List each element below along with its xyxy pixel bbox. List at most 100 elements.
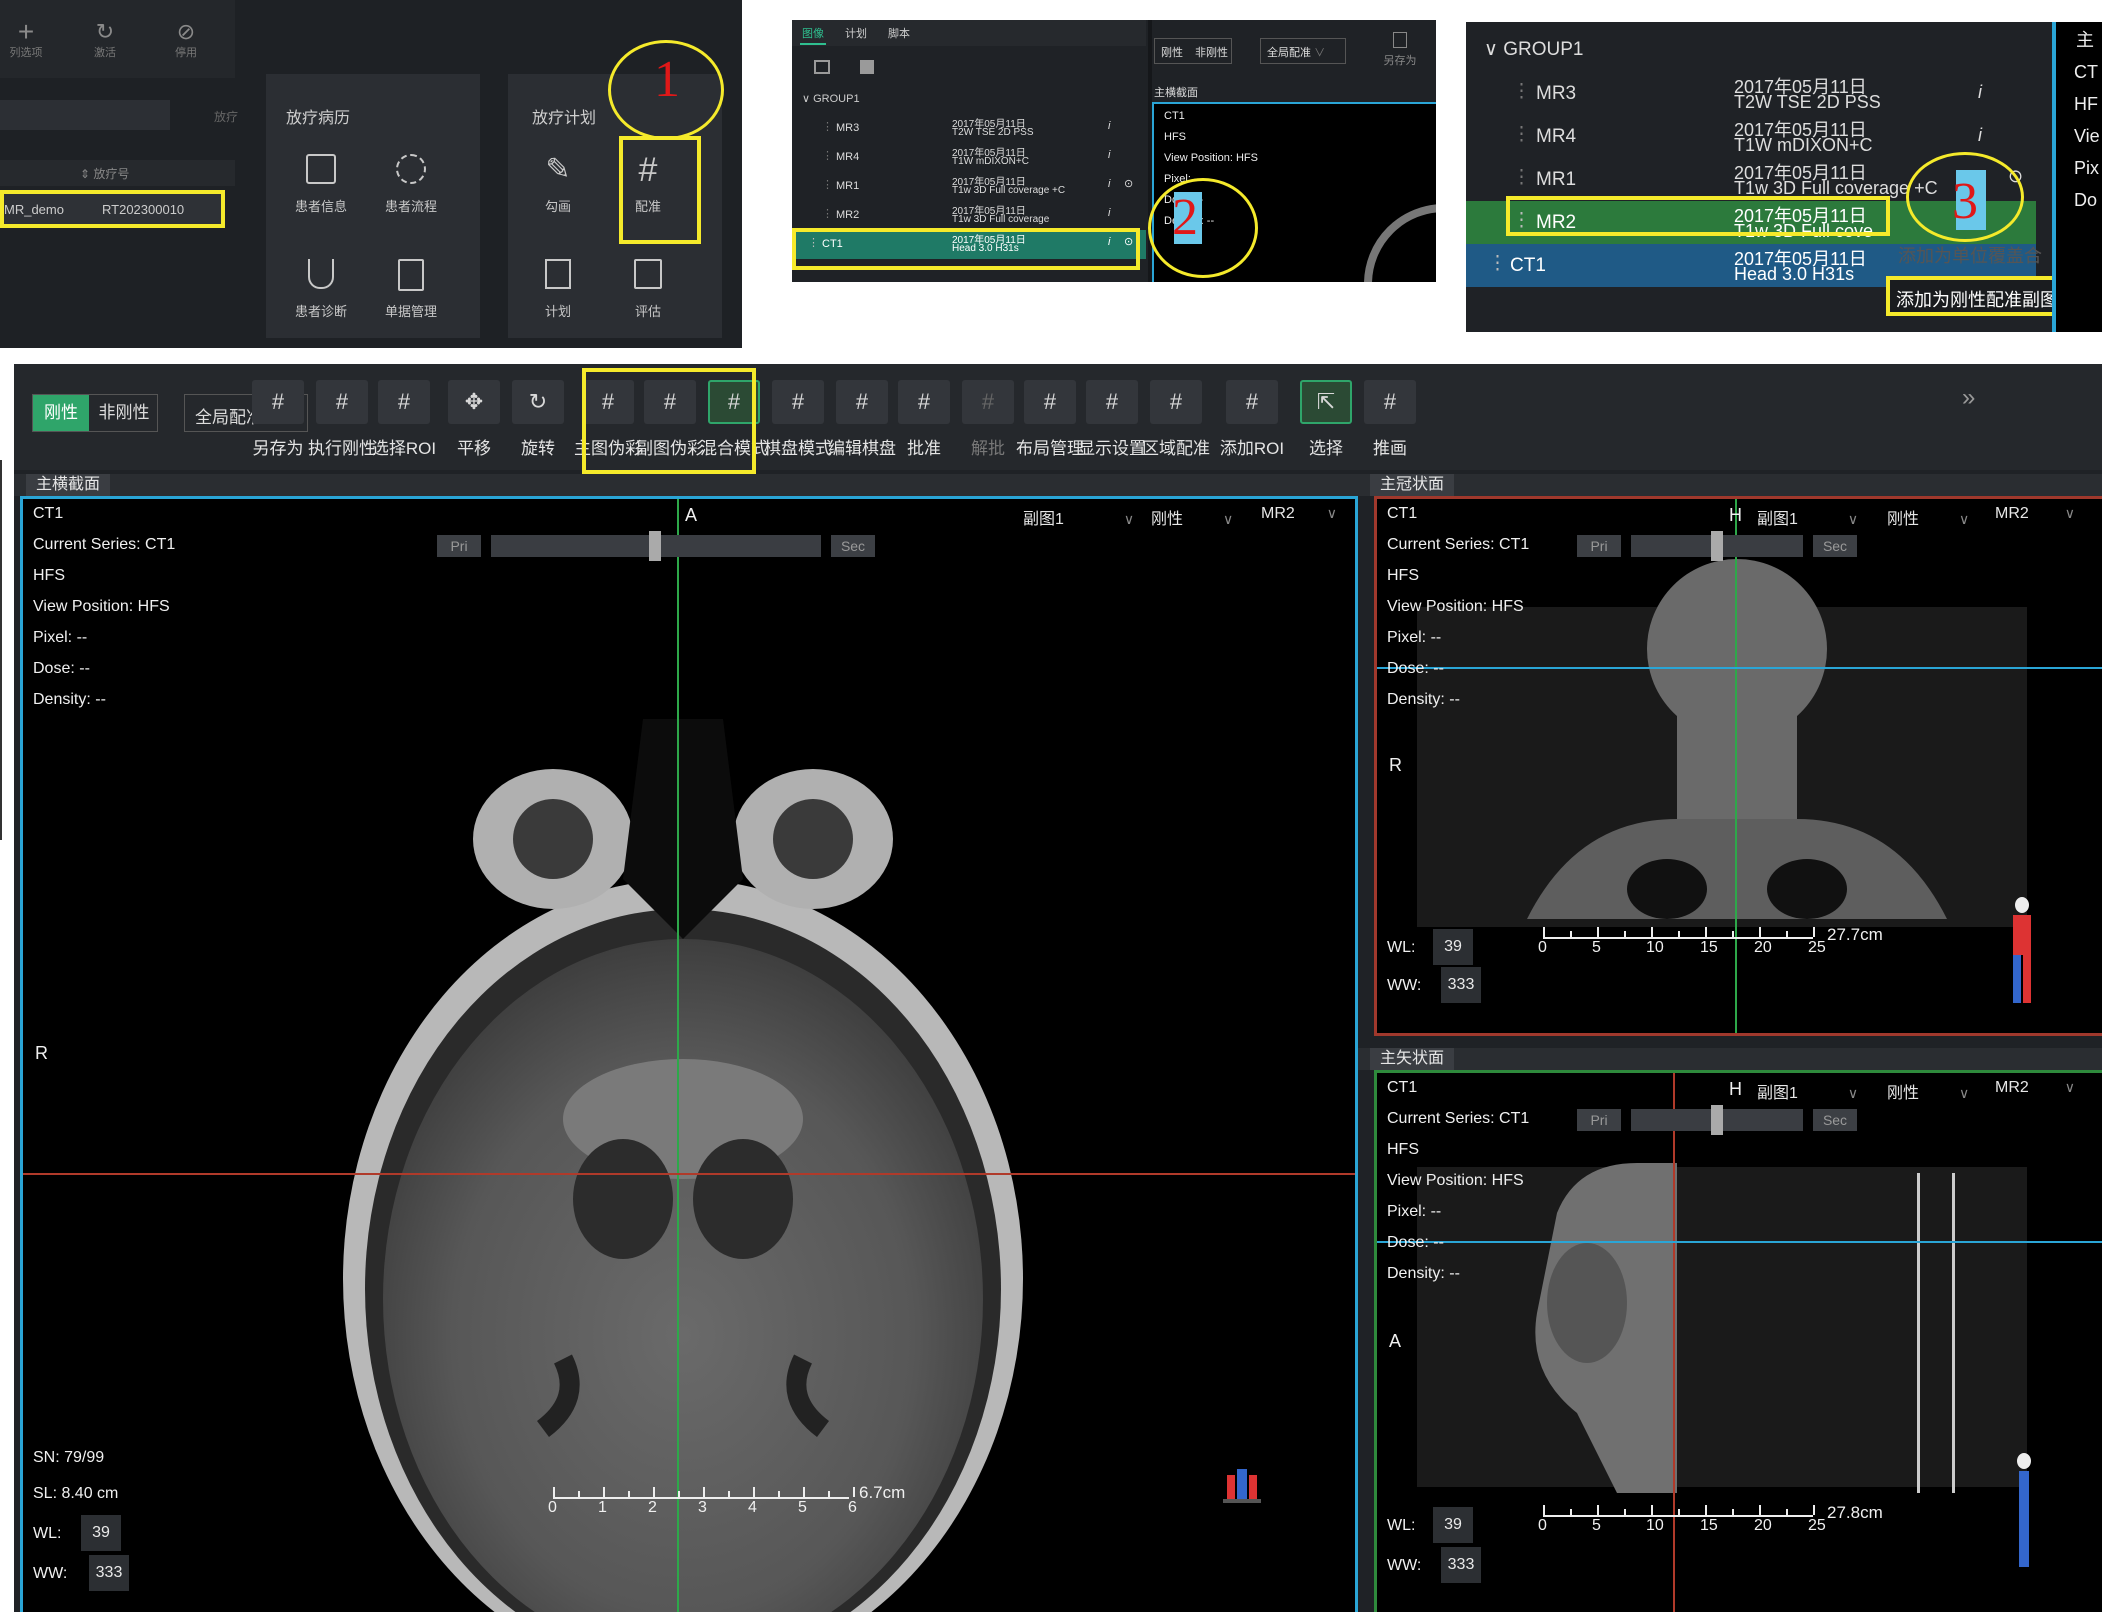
crosshair-horizontal[interactable] [1377, 667, 2102, 669]
info-icon[interactable]: i [1108, 120, 1110, 132]
body-figure-icon [2009, 897, 2035, 1007]
drag-handle-icon[interactable]: ⋮ [1512, 80, 1531, 103]
info-icon[interactable]: i [1108, 178, 1110, 190]
push-draw-icon: # [1364, 380, 1416, 424]
unapprove-icon: # [962, 380, 1014, 424]
reg-type-toggle[interactable]: 刚性 非刚性 [1154, 38, 1232, 64]
series-row-mr1[interactable]: ⋮ MR1 2017年05月11日 T1w 3D Full coverage +… [792, 172, 1146, 201]
coronal-viewport[interactable]: CT1 Current Series: CT1 HFS View Positio… [1374, 496, 2102, 1036]
rigid-option[interactable]: 刚性 [1161, 44, 1183, 60]
activate-button[interactable]: ↻ 激活 [85, 20, 125, 60]
secondary-image-dropdown[interactable]: 副图1 ∨ [1757, 505, 1858, 529]
orientation-top: A [685, 505, 698, 525]
scale-subtick [1570, 931, 1572, 937]
blend-slider-handle[interactable] [649, 531, 661, 561]
secondary-image-value: 副图1 [1757, 1085, 1798, 1102]
add-roi-button[interactable]: # 添加ROI [1210, 364, 1294, 474]
reg-type-dropdown[interactable]: 刚性 ∨ [1887, 505, 1969, 529]
drag-handle-icon[interactable]: ⋮ [822, 178, 833, 191]
series-row-mr2[interactable]: ⋮ MR2 2017年05月11日 T1w 3D Full coverage i [792, 201, 1146, 230]
axial-viewport[interactable]: CT1 Current Series: CT1 HFS View Positio… [20, 496, 1358, 1612]
nonrigid-option[interactable]: 非刚性 [1195, 44, 1228, 60]
series-row-mr4[interactable]: ⋮ MR4 2017年05月11日 T1W mDIXON+C i [1466, 115, 2036, 158]
coronal-view-header: 主冠状面 [1358, 474, 2102, 496]
nonrigid-option[interactable]: 非刚性 [91, 395, 157, 431]
view-title: 主横截面 [1154, 87, 1198, 99]
wl-value[interactable]: 39 [81, 1515, 121, 1551]
global-reg-dropdown[interactable]: 全局配准 ∨ [1260, 38, 1346, 64]
document-management-button[interactable]: 单据管理 [366, 259, 456, 320]
wl-value[interactable]: 39 [1433, 929, 1473, 965]
scale-bar: 0 5 10 15 20 25 27.8cm [1537, 1495, 1897, 1539]
wl-value[interactable]: 39 [1433, 1507, 1473, 1543]
crosshair-vertical[interactable] [677, 499, 679, 1612]
tab-script[interactable]: 脚本 [888, 25, 910, 41]
series-row-mr3[interactable]: ⋮ MR3 2017年05月11日 T2W TSE 2D PSS i [792, 114, 1146, 143]
blend-slider-handle[interactable] [1711, 531, 1723, 561]
plan-button[interactable]: 计划 [518, 259, 598, 320]
secondary-image-dropdown[interactable]: 副图1 ∨ [1023, 505, 1134, 529]
info-icon[interactable]: i [1108, 207, 1110, 219]
deactivate-button[interactable]: ⊘ 停用 [166, 20, 206, 60]
info-icon[interactable]: i [1978, 125, 1982, 146]
sagittal-viewport[interactable]: CT1 Current Series: CT1 HFS View Positio… [1374, 1070, 2102, 1612]
series-dropdown[interactable]: MR2 ∨ [1995, 1079, 2075, 1097]
primary-label[interactable]: Pri [1577, 535, 1621, 557]
series-row-mr3[interactable]: ⋮ MR3 2017年05月11日 T2W TSE 2D PSS i [1466, 72, 2036, 115]
crosshair-horizontal[interactable] [1377, 1241, 2102, 1243]
ww-value[interactable]: 333 [1441, 1547, 1481, 1583]
add-column-button[interactable]: + 列选项 [6, 18, 46, 60]
drag-handle-icon[interactable]: ⋮ [1512, 166, 1531, 189]
contour-button[interactable]: ✎ 勾画 [518, 154, 598, 215]
list-icon[interactable] [860, 60, 874, 74]
primary-label[interactable]: Pri [1577, 1109, 1621, 1131]
drag-handle-icon[interactable]: ⋮ [822, 120, 833, 133]
series-dropdown[interactable]: MR2 ∨ [1995, 505, 2075, 523]
reg-type-dropdown[interactable]: 刚性 ∨ [1887, 1079, 1969, 1103]
secondary-label[interactable]: Sec [831, 535, 875, 557]
secondary-image-dropdown[interactable]: 副图1 ∨ [1757, 1079, 1858, 1103]
info-icon[interactable]: i [1978, 82, 1982, 103]
patient-info-button[interactable]: 患者信息 [276, 154, 366, 215]
drag-handle-icon[interactable]: ⋮ [1488, 252, 1507, 275]
context-menu-item-overlay[interactable]: 添加为单位覆盖合 [1898, 242, 2042, 268]
lock-icon[interactable]: ⊙ [1124, 177, 1133, 190]
secondary-label[interactable]: Sec [1813, 535, 1857, 557]
push-draw-button[interactable]: # 推画 [1348, 364, 1432, 474]
save-as-button[interactable]: 另存为 [1380, 32, 1420, 68]
clip-title: 主 [2076, 30, 2094, 50]
ww-value[interactable]: 333 [89, 1555, 129, 1591]
patient-diagnosis-button[interactable]: 患者诊断 [276, 259, 366, 320]
clip-series: CT [2074, 62, 2098, 82]
drag-handle-icon[interactable]: ⋮ [1512, 123, 1531, 146]
scale-tick-label: 5 [1592, 1517, 1601, 1534]
region-reg-button[interactable]: # 区域配准 [1134, 364, 1218, 474]
group-row[interactable]: ∨ GROUP1 [802, 92, 860, 105]
group-row[interactable]: ∨ GROUP1 [1484, 38, 1583, 61]
ww-value[interactable]: 333 [1441, 967, 1481, 1003]
rigid-option[interactable]: 刚性 [33, 395, 89, 431]
primary-label[interactable]: Pri [437, 535, 481, 557]
series-row-mr4[interactable]: ⋮ MR4 2017年05月11日 T1W mDIXON+C i [792, 143, 1146, 172]
search-bar[interactable] [0, 100, 170, 130]
evaluate-button[interactable]: 评估 [608, 259, 688, 320]
tab-plan[interactable]: 计划 [845, 25, 867, 41]
info-icon[interactable]: i [1108, 149, 1110, 161]
patient-flow-button[interactable]: 患者流程 [366, 154, 456, 215]
crosshair-horizontal[interactable] [23, 1173, 1355, 1175]
series-dropdown[interactable]: MR2 ∨ [1261, 505, 1337, 523]
chevron-down-icon: ∨ [1314, 47, 1326, 59]
scale-tick [1597, 1505, 1599, 1515]
reg-type-dropdown[interactable]: 刚性 ∨ [1151, 505, 1233, 529]
secondary-label[interactable]: Sec [1813, 1109, 1857, 1131]
tab-images[interactable]: 图像 [802, 25, 824, 41]
sort-column-header[interactable]: ⇕ 放疗号 [80, 165, 129, 182]
layout-icon[interactable] [814, 60, 830, 74]
drag-handle-icon[interactable]: ⋮ [822, 207, 833, 220]
more-tools-button[interactable]: » [1962, 384, 1975, 412]
blend-slider-handle[interactable] [1711, 1105, 1723, 1135]
series-name: MR1 [836, 180, 860, 192]
records-group: 放疗病历 患者信息 患者流程 患者诊断 单据管理 [266, 74, 480, 338]
drag-handle-icon[interactable]: ⋮ [822, 149, 833, 162]
reg-type-toggle[interactable]: 刚性 非刚性 [32, 394, 158, 432]
